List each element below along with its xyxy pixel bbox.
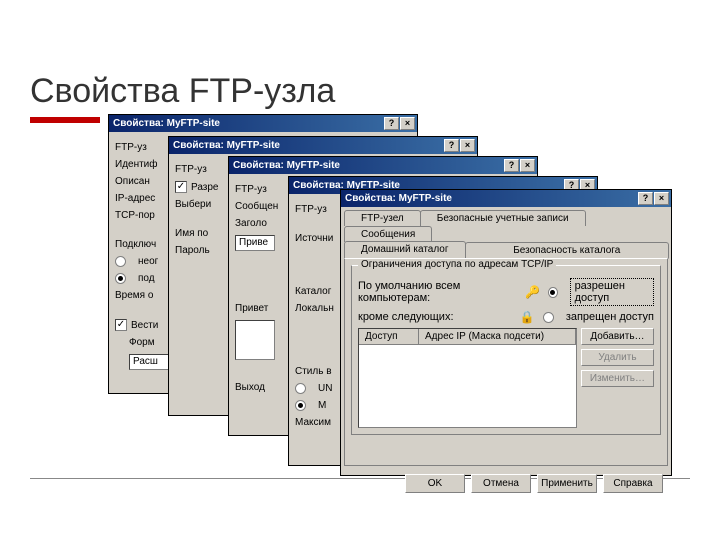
cancel-button[interactable]: Отмена	[471, 474, 531, 493]
label: M	[318, 400, 326, 411]
tab-home-directory[interactable]: Домашний каталог	[344, 241, 466, 258]
ok-button[interactable]: OK	[405, 474, 465, 493]
deny-access-label: запрещен доступ	[566, 311, 654, 323]
radio-unlimited[interactable]	[115, 256, 126, 267]
tab-messages[interactable]: Сообщения	[344, 226, 432, 242]
key-icon: 🔑	[525, 285, 540, 299]
tab-ftp-node[interactable]: FTP-узел	[344, 210, 421, 226]
radio-limited[interactable]	[115, 273, 126, 284]
checkbox-allow-anon[interactable]: ✓	[175, 181, 187, 193]
dialog-buttons: OK Отмена Применить Справка	[341, 469, 671, 498]
help-button-bottom[interactable]: Справка	[603, 474, 663, 493]
help-button[interactable]: ?	[504, 159, 519, 172]
slide-title: Свойства FTP-узла	[30, 72, 335, 111]
tab-strip: FTP-узел Безопасные учетные записи Сообщ…	[344, 210, 668, 242]
tab-directory-security[interactable]: Безопасность каталога	[465, 242, 670, 259]
help-button[interactable]: ?	[638, 192, 653, 205]
label: Разре	[191, 182, 219, 193]
window-title: Свойства: MyFTP-site	[173, 140, 444, 151]
col-access[interactable]: Доступ	[359, 329, 419, 344]
radio-allow-access[interactable]	[548, 287, 558, 298]
add-button[interactable]: Добавить…	[581, 328, 654, 345]
label: Вести	[131, 320, 158, 331]
tab-strip-row2: Домашний каталог Безопасность каталога	[344, 241, 668, 258]
title-bar[interactable]: Свойства: MyFTP-site ? ×	[169, 137, 477, 154]
title-bar[interactable]: Свойства: MyFTP-site ? ×	[229, 157, 537, 174]
help-button[interactable]: ?	[384, 117, 399, 130]
greeting-input[interactable]	[235, 320, 275, 360]
close-button[interactable]: ×	[654, 192, 669, 205]
ftp-properties-dialog-front: Свойства: MyFTP-site ? × FTP-узел Безопа…	[340, 189, 672, 476]
radio-unix[interactable]	[295, 383, 306, 394]
title-bar[interactable]: Свойства: MyFTP-site ? ×	[109, 115, 417, 132]
list-header: Доступ Адрес IP (Маска подсети)	[359, 329, 576, 345]
window-title: Свойства: MyFTP-site	[345, 193, 638, 204]
window-title: Свойства: MyFTP-site	[113, 118, 384, 129]
tcpip-restrictions-group: Ограничения доступа по адресам TCP/IP По…	[351, 265, 661, 435]
title-bar[interactable]: Свойства: MyFTP-site ? ×	[341, 190, 671, 207]
tab-secure-accounts[interactable]: Безопасные учетные записи	[420, 210, 586, 226]
label: неог	[138, 256, 158, 267]
checkbox-logging[interactable]: ✓	[115, 319, 127, 331]
lock-icon: 🔒	[520, 310, 535, 324]
except-label: кроме следующих:	[358, 311, 454, 323]
close-button[interactable]: ×	[520, 159, 535, 172]
allow-access-label: разрешен доступ	[570, 278, 654, 306]
window-title: Свойства: MyFTP-site	[233, 160, 504, 171]
radio-deny-access[interactable]	[543, 312, 554, 323]
apply-button[interactable]: Применить	[537, 474, 597, 493]
change-button: Изменить…	[581, 370, 654, 387]
title-accent-bar	[30, 117, 100, 123]
group-legend: Ограничения доступа по адресам TCP/IP	[358, 259, 556, 270]
remove-button: Удалить	[581, 349, 654, 366]
col-ip[interactable]: Адрес IP (Маска подсети)	[419, 329, 576, 344]
security-panel: Ограничения доступа по адресам TCP/IP По…	[344, 258, 668, 466]
label: UN	[318, 383, 332, 394]
close-button[interactable]: ×	[400, 117, 415, 130]
label: под	[138, 273, 155, 284]
close-button[interactable]: ×	[460, 139, 475, 152]
default-access-label: По умолчанию всем компьютерам:	[358, 280, 517, 304]
ip-restriction-list[interactable]: Доступ Адрес IP (Маска подсети)	[358, 328, 577, 428]
help-button[interactable]: ?	[444, 139, 459, 152]
radio-msdos[interactable]	[295, 400, 306, 411]
header-input[interactable]: Приве	[235, 235, 275, 251]
